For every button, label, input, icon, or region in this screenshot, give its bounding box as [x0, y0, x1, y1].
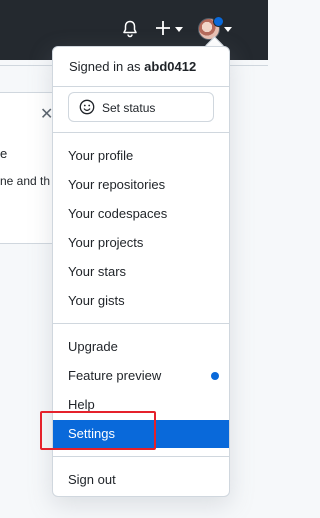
- menu-divider: [53, 323, 229, 324]
- menu-item-your-projects[interactable]: Your projects: [53, 229, 229, 257]
- menu-item-feature-preview[interactable]: Feature preview: [53, 362, 229, 390]
- feature-preview-label: Feature preview: [68, 368, 162, 383]
- smiley-icon: [79, 99, 95, 115]
- chevron-down-icon[interactable]: [224, 27, 232, 32]
- signed-in-label: Signed in as abd0412: [69, 59, 197, 74]
- menu-item-upgrade[interactable]: Upgrade: [53, 333, 229, 361]
- plus-icon[interactable]: [155, 20, 171, 36]
- settings-highlight-box: [40, 411, 156, 450]
- set-status-button[interactable]: Set status: [68, 92, 214, 122]
- menu-item-your-stars[interactable]: Your stars: [53, 258, 229, 286]
- menu-item-your-repositories[interactable]: Your repositories: [53, 171, 229, 199]
- background-text: ne and th: [0, 174, 51, 188]
- menu-item-your-codespaces[interactable]: Your codespaces: [53, 200, 229, 228]
- notification-dot-icon: [213, 16, 224, 27]
- set-status-label: Set status: [102, 101, 156, 115]
- menu-divider: [53, 132, 229, 133]
- new-feature-dot-icon: [211, 372, 219, 380]
- menu-divider: [53, 456, 229, 457]
- username: abd0412: [144, 59, 197, 74]
- bell-icon[interactable]: [122, 20, 138, 38]
- menu-divider: [53, 86, 229, 87]
- menu-item-your-profile[interactable]: Your profile: [53, 142, 229, 170]
- menu-item-sign-out[interactable]: Sign out: [53, 466, 229, 494]
- menu-item-your-gists[interactable]: Your gists: [53, 287, 229, 315]
- background-text: e: [0, 146, 8, 161]
- chevron-down-icon[interactable]: [175, 27, 183, 32]
